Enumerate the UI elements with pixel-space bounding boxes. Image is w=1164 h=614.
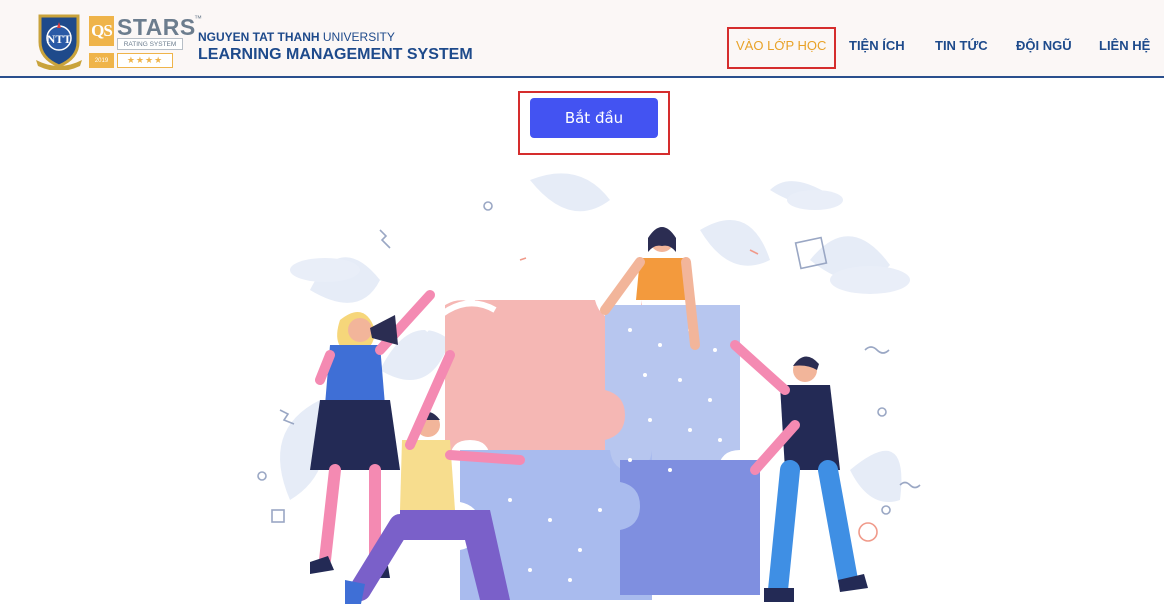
nav-item-lien-he[interactable]: LIÊN HỆ bbox=[1099, 38, 1150, 53]
site-header: NTT QS STARS ™ RATING SYSTEM 2019 ★★★★ N… bbox=[0, 0, 1164, 78]
teamwork-puzzle-illustration bbox=[257, 173, 921, 604]
main-nav: VÀO LỚP HỌC TIỆN ÍCH TIN TỨC ĐỘI NGŨ LIÊ… bbox=[0, 38, 1164, 58]
nav-item-tin-tuc[interactable]: TIN TỨC bbox=[935, 38, 988, 53]
qs-trademark: ™ bbox=[194, 14, 202, 23]
nav-item-doi-ngu[interactable]: ĐỘI NGŨ bbox=[1016, 38, 1072, 53]
highlight-box-nav bbox=[727, 27, 836, 69]
nav-item-tien-ich[interactable]: TIỆN ÍCH bbox=[849, 38, 905, 53]
highlight-box-start bbox=[518, 91, 670, 155]
qs-stars-word: STARS bbox=[117, 14, 196, 40]
